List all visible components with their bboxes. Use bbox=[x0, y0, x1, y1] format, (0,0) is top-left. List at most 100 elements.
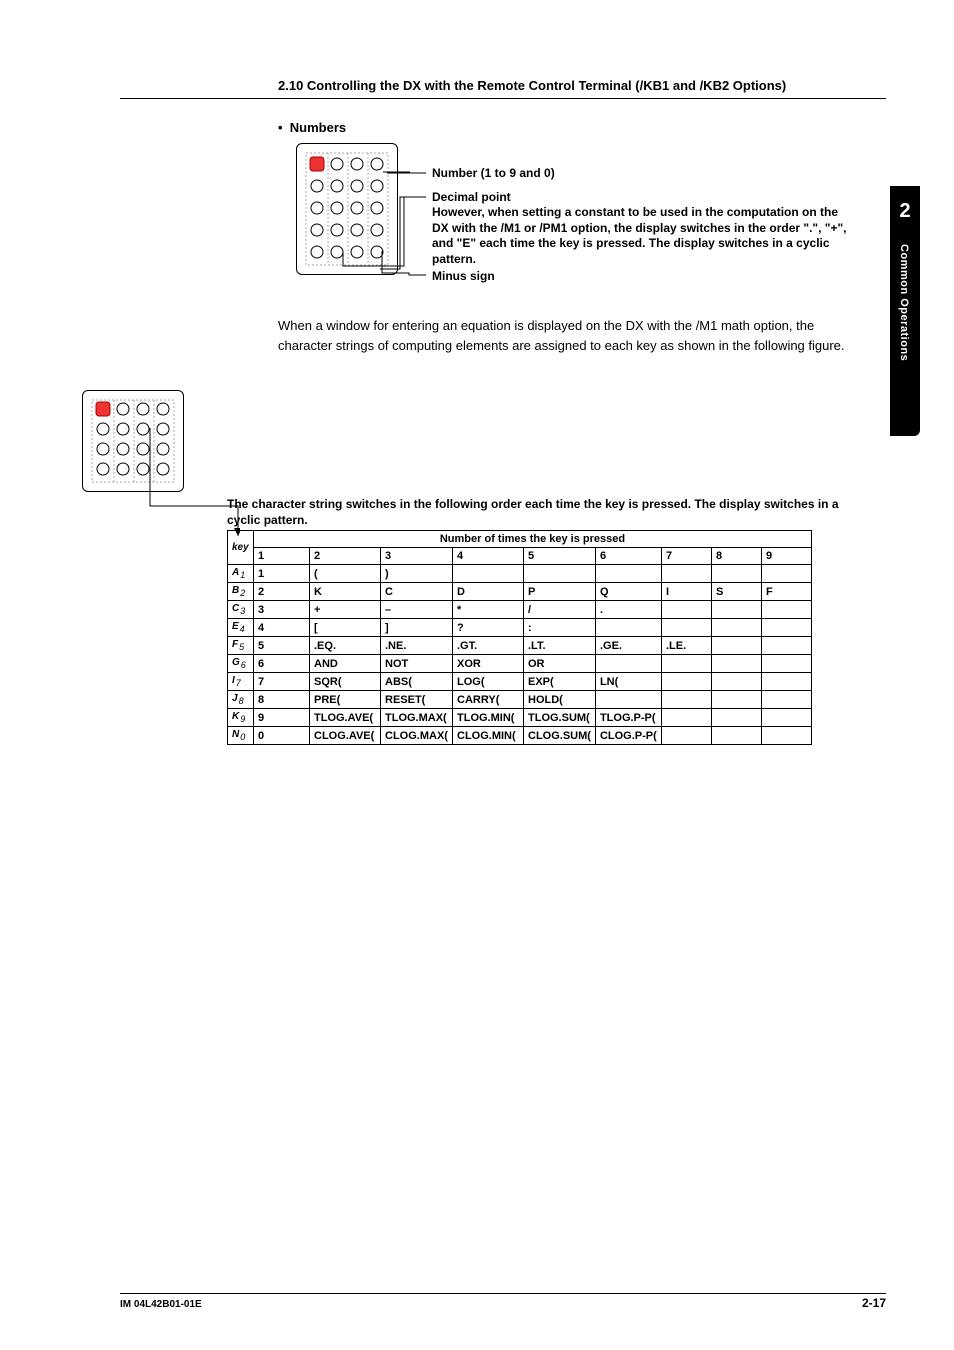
cell: 8 bbox=[254, 691, 310, 709]
cell: ( bbox=[310, 565, 381, 583]
cell: – bbox=[381, 601, 453, 619]
cell: I bbox=[661, 583, 711, 601]
bullet-text: Numbers bbox=[290, 120, 346, 135]
header-rule bbox=[120, 98, 886, 99]
cell: Q bbox=[595, 583, 661, 601]
cell: OR bbox=[524, 655, 596, 673]
cell: 3 bbox=[254, 601, 310, 619]
cell bbox=[661, 673, 711, 691]
cell: S bbox=[711, 583, 761, 601]
cell: 0 bbox=[254, 727, 310, 745]
chapter-label: Common Operations bbox=[898, 244, 910, 361]
cell bbox=[761, 619, 811, 637]
body-paragraph: When a window for entering an equation i… bbox=[278, 316, 854, 355]
table-row: G66ANDNOTXOROR bbox=[228, 655, 812, 673]
table-row: B22KCDPQISF bbox=[228, 583, 812, 601]
cell: HOLD( bbox=[524, 691, 596, 709]
cell: P bbox=[524, 583, 596, 601]
cell: .NE. bbox=[381, 637, 453, 655]
cell: SQR( bbox=[310, 673, 381, 691]
cell: 7 bbox=[254, 673, 310, 691]
annot-decimal-detail: However, when setting a constant to be u… bbox=[432, 205, 854, 267]
cell: 5 bbox=[254, 637, 310, 655]
cell bbox=[711, 655, 761, 673]
cell bbox=[711, 601, 761, 619]
th-1: 1 bbox=[254, 548, 310, 565]
cell: CLOG.AVE( bbox=[310, 727, 381, 745]
cell: * bbox=[453, 601, 524, 619]
cell bbox=[761, 673, 811, 691]
cell: .EQ. bbox=[310, 637, 381, 655]
cell: CLOG.MIN( bbox=[453, 727, 524, 745]
cell bbox=[595, 565, 661, 583]
cell bbox=[661, 601, 711, 619]
cell bbox=[711, 673, 761, 691]
cell: NOT bbox=[381, 655, 453, 673]
table-row: C33+–*/. bbox=[228, 601, 812, 619]
leader-lines-1 bbox=[380, 143, 440, 283]
cell: .GE. bbox=[595, 637, 661, 655]
cell: D bbox=[453, 583, 524, 601]
th-6: 6 bbox=[595, 548, 661, 565]
section-title: 2.10 Controlling the DX with the Remote … bbox=[278, 78, 786, 93]
annot-minus: Minus sign bbox=[432, 269, 495, 285]
cell: / bbox=[524, 601, 596, 619]
cell bbox=[761, 727, 811, 745]
cell: AND bbox=[310, 655, 381, 673]
row-key: E4 bbox=[228, 619, 254, 637]
cell: 1 bbox=[254, 565, 310, 583]
row-key: I7 bbox=[228, 673, 254, 691]
footer-doc-id: IM 04L42B01-01E bbox=[120, 1299, 202, 1310]
cell bbox=[711, 619, 761, 637]
row-key: B2 bbox=[228, 583, 254, 601]
cell: CLOG.MAX( bbox=[381, 727, 453, 745]
cell: CLOG.SUM( bbox=[524, 727, 596, 745]
key-mapping-table: key Number of times the key is pressed 1… bbox=[227, 530, 812, 745]
th-2: 2 bbox=[310, 548, 381, 565]
cell: F bbox=[761, 583, 811, 601]
cell: 6 bbox=[254, 655, 310, 673]
cell: 2 bbox=[254, 583, 310, 601]
row-key: A1 bbox=[228, 565, 254, 583]
row-key: N0 bbox=[228, 727, 254, 745]
cell bbox=[711, 727, 761, 745]
table-caption: The character string switches in the fol… bbox=[227, 496, 854, 528]
cell: CLOG.P-P( bbox=[595, 727, 661, 745]
cell bbox=[711, 709, 761, 727]
cell bbox=[761, 601, 811, 619]
cell: TLOG.MIN( bbox=[453, 709, 524, 727]
row-key: J8 bbox=[228, 691, 254, 709]
cell: . bbox=[595, 601, 661, 619]
th-key: key bbox=[228, 531, 254, 565]
cell bbox=[661, 655, 711, 673]
table-body: A11()B22KCDPQISFC33+–*/.E44[]?:F55.EQ..N… bbox=[228, 565, 812, 745]
bullet-heading: • Numbers bbox=[278, 120, 346, 135]
cell: LOG( bbox=[453, 673, 524, 691]
cell bbox=[711, 565, 761, 583]
cell bbox=[761, 691, 811, 709]
cell bbox=[661, 709, 711, 727]
footer-rule bbox=[120, 1293, 886, 1294]
table-row: K99TLOG.AVE(TLOG.MAX(TLOG.MIN(TLOG.SUM(T… bbox=[228, 709, 812, 727]
cell: XOR bbox=[453, 655, 524, 673]
row-key: G6 bbox=[228, 655, 254, 673]
row-key: K9 bbox=[228, 709, 254, 727]
th-5: 5 bbox=[524, 548, 596, 565]
keypad-figure-2 bbox=[82, 390, 184, 492]
cell: K bbox=[310, 583, 381, 601]
cell bbox=[661, 565, 711, 583]
annot-decimal-title: Decimal point bbox=[432, 190, 511, 206]
cell: PRE( bbox=[310, 691, 381, 709]
annot-number: Number (1 to 9 and 0) bbox=[432, 166, 555, 182]
table-row: A11() bbox=[228, 565, 812, 583]
cell: ) bbox=[381, 565, 453, 583]
cell: LN( bbox=[595, 673, 661, 691]
cell bbox=[453, 565, 524, 583]
cell: 4 bbox=[254, 619, 310, 637]
th-3: 3 bbox=[381, 548, 453, 565]
th-7: 7 bbox=[661, 548, 711, 565]
cell: TLOG.MAX( bbox=[381, 709, 453, 727]
table-row: N00CLOG.AVE(CLOG.MAX(CLOG.MIN(CLOG.SUM(C… bbox=[228, 727, 812, 745]
cell: TLOG.SUM( bbox=[524, 709, 596, 727]
th-span: Number of times the key is pressed bbox=[254, 531, 812, 548]
